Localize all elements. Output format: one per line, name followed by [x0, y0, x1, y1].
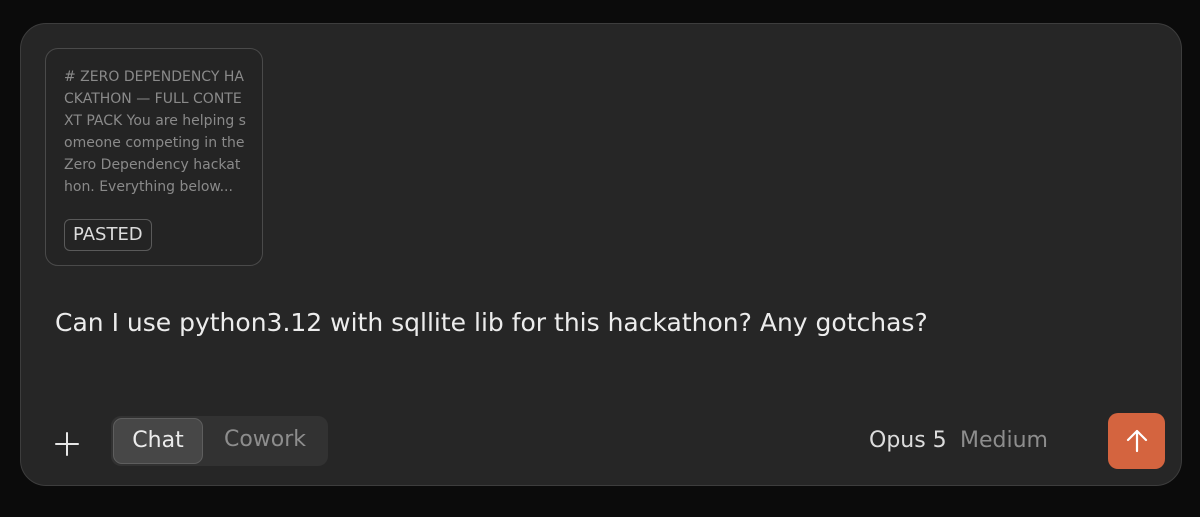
- arrow-up-icon: [1126, 429, 1148, 453]
- prompt-input[interactable]: Can I use python3.12 with sqllite lib fo…: [55, 307, 928, 339]
- attachment-preview-text: # ZERO DEPENDENCY HACKATHON — FULL CONTE…: [64, 69, 246, 195]
- send-button[interactable]: [1108, 413, 1165, 469]
- model-selector[interactable]: Opus 5: [869, 424, 947, 458]
- pasted-attachment-card[interactable]: # ZERO DEPENDENCY HACKATHON — FULL CONTE…: [45, 48, 263, 266]
- add-attachment-button[interactable]: [47, 424, 87, 464]
- chat-mode-button[interactable]: Chat: [113, 418, 203, 464]
- cowork-mode-button[interactable]: Cowork: [205, 418, 325, 464]
- chat-composer: # ZERO DEPENDENCY HACKATHON — FULL CONTE…: [20, 23, 1182, 486]
- mode-toggle: Chat Cowork: [111, 416, 328, 466]
- effort-selector[interactable]: Medium: [960, 424, 1048, 458]
- pasted-badge: PASTED: [64, 219, 152, 251]
